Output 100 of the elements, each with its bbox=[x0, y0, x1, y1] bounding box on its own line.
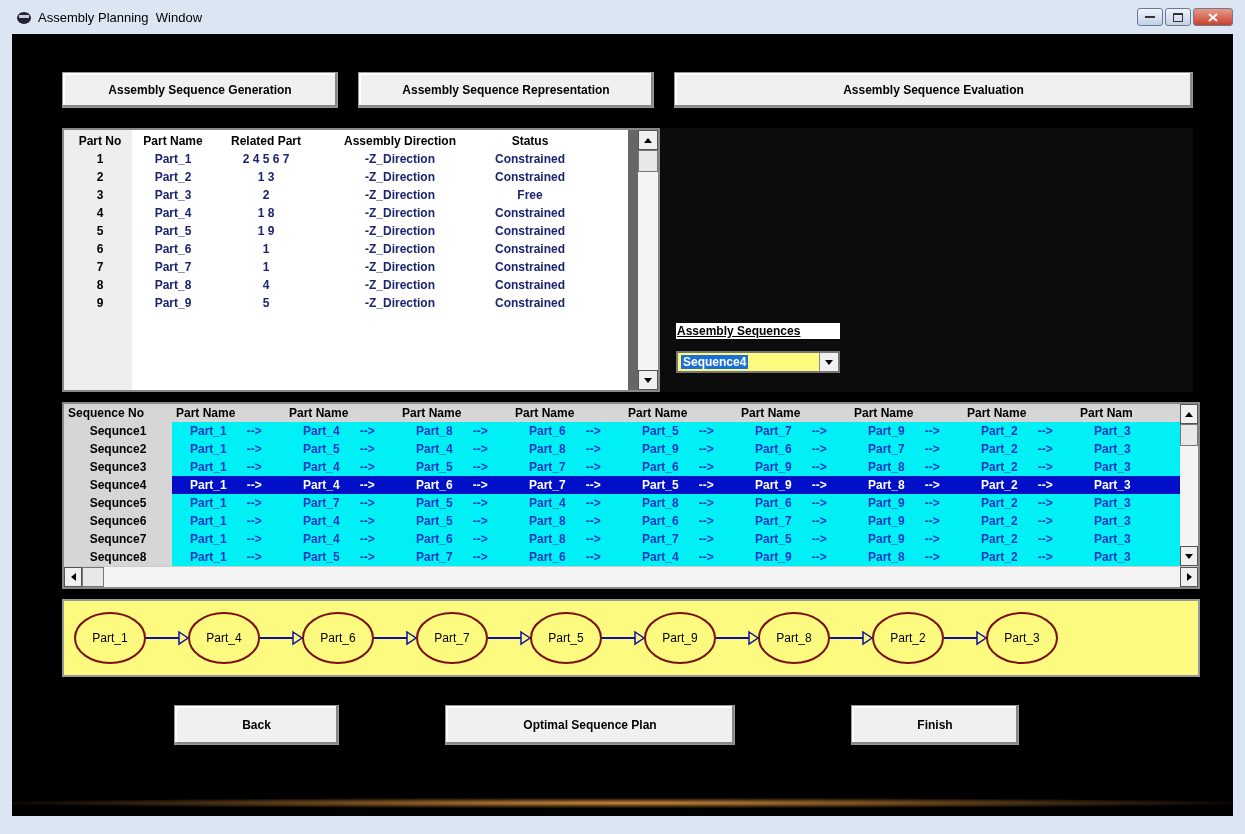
table-cell-text: Part_9 --> bbox=[754, 459, 828, 476]
scroll-thumb[interactable] bbox=[638, 150, 658, 172]
table-cell-text: Part_2 --> bbox=[980, 441, 1054, 458]
table-cell-text: Part_6 --> bbox=[415, 531, 489, 548]
down-triangle-icon bbox=[644, 377, 652, 383]
row-header: Sequnce4 bbox=[88, 477, 148, 494]
row-header: Sequnce8 bbox=[88, 549, 148, 566]
sequence-row[interactable]: Part_1 --> Part_4 --> Part_6 --> Part_8 --> Part_7 --> Part_5 --> Part_9 --> Part_2 --> Part_3 bbox=[172, 530, 1180, 548]
column-header: Related Part bbox=[230, 134, 302, 150]
sequence-row[interactable]: Part_1 --> Part_5 --> Part_7 --> Part_6 --> Part_4 --> Part_9 --> Part_8 --> Part_2 --> Part_3 bbox=[172, 548, 1180, 566]
column-header: Part Name bbox=[401, 405, 463, 422]
scroll-down-button[interactable] bbox=[1180, 546, 1198, 566]
table-cell-text: Part_7 --> bbox=[528, 459, 602, 476]
part-node: Part_7 bbox=[416, 612, 488, 664]
table-cell-text: Part_9 bbox=[153, 296, 193, 312]
table-cell-text: Part_5 bbox=[153, 224, 193, 240]
table-cell-text: Part_8 --> bbox=[528, 513, 602, 530]
connector-arrow bbox=[145, 630, 190, 646]
tab-button[interactable]: Assembly Sequence Evaluation bbox=[674, 72, 1193, 108]
table-cell-text: Part_2 --> bbox=[980, 531, 1054, 548]
table-cell-text: Constrained bbox=[494, 224, 566, 240]
table-cell-text: Part_2 --> bbox=[980, 477, 1054, 494]
scroll-thumb[interactable] bbox=[82, 567, 104, 587]
column-header: Assembly Direction bbox=[342, 134, 457, 150]
minimize-button[interactable] bbox=[1137, 8, 1163, 26]
scroll-right-button[interactable] bbox=[1180, 567, 1198, 587]
maximize-icon bbox=[1173, 12, 1183, 22]
row-header: Sequnce7 bbox=[88, 531, 148, 548]
table-cell-text: Part_3 bbox=[1093, 513, 1132, 530]
sequence-row[interactable]: Part_1 --> Part_4 --> Part_5 --> Part_8 --> Part_6 --> Part_7 --> Part_9 --> Part_2 --> Part_3 bbox=[172, 512, 1180, 530]
close-button[interactable] bbox=[1193, 8, 1233, 26]
minimize-icon bbox=[1145, 15, 1155, 19]
action-button[interactable]: Finish bbox=[851, 705, 1019, 745]
table-cell-text: Part_2 --> bbox=[980, 423, 1054, 440]
scrollbar[interactable] bbox=[1180, 404, 1198, 566]
table-cell-text: 1 bbox=[261, 260, 271, 276]
column-header: Part Name bbox=[514, 405, 576, 422]
horizontal-scrollbar[interactable] bbox=[64, 566, 1198, 587]
tab-button[interactable]: Assembly Sequence Representation bbox=[358, 72, 654, 108]
maximize-button[interactable] bbox=[1165, 8, 1191, 26]
sequence-row[interactable]: Part_1 --> Part_5 --> Part_4 --> Part_8 --> Part_9 --> Part_6 --> Part_7 --> Part_2 --> Part_3 bbox=[172, 440, 1180, 458]
table-cell-text: 8 bbox=[95, 278, 105, 294]
tab-button[interactable]: Assembly Sequence Generation bbox=[62, 72, 338, 108]
table-cell-text: Part_9 --> bbox=[867, 423, 941, 440]
table-cell-text: 1 bbox=[95, 152, 105, 168]
table-cell-text: Part_1 bbox=[153, 152, 193, 168]
action-button[interactable]: Optimal Sequence Plan bbox=[445, 705, 735, 745]
table-cell-text: Part_8 --> bbox=[415, 423, 489, 440]
table-cell-text: Free bbox=[516, 188, 544, 204]
table-cell-text: Part_7 bbox=[153, 260, 193, 276]
table-cell-text: 1 3 bbox=[256, 170, 276, 186]
table-cell-text: Part_6 --> bbox=[641, 459, 715, 476]
table-cell-text: Part_8 --> bbox=[528, 531, 602, 548]
table-cell-text: Part_4 --> bbox=[302, 459, 376, 476]
table-cell-text: Part_5 --> bbox=[754, 531, 828, 548]
scroll-left-button[interactable] bbox=[64, 567, 82, 587]
connector-arrow bbox=[829, 630, 874, 646]
connector-arrow bbox=[487, 630, 532, 646]
sequence-row[interactable]: Part_1 --> Part_7 --> Part_5 --> Part_4 --> Part_8 --> Part_6 --> Part_9 --> Part_2 --> Part_3 bbox=[172, 494, 1180, 512]
table-cell-text: -Z_Direction bbox=[364, 260, 436, 276]
column-header: Part Name bbox=[966, 405, 1028, 422]
sequence-row[interactable]: Part_1 --> Part_4 --> Part_5 --> Part_7 --> Part_6 --> Part_9 --> Part_8 --> Part_2 --> Part_3 bbox=[172, 458, 1180, 476]
table-cell-text: 1 9 bbox=[256, 224, 276, 240]
sequence-row[interactable]: Part_1 --> Part_4 --> Part_6 --> Part_7 --> Part_5 --> Part_9 --> Part_8 --> Part_2 --> Part_3 bbox=[172, 476, 1180, 494]
scroll-thumb[interactable] bbox=[1180, 424, 1198, 446]
sequence-row[interactable]: Part_1 --> Part_4 --> Part_8 --> Part_6 --> Part_5 --> Part_7 --> Part_9 --> Part_2 --> Part_3 bbox=[172, 422, 1180, 440]
scrollbar[interactable] bbox=[628, 130, 658, 390]
table-cell-text: Part_4 --> bbox=[528, 495, 602, 512]
column-header: Part No bbox=[77, 134, 123, 150]
row-header: Sequnce2 bbox=[88, 441, 148, 458]
part-node: Part_9 bbox=[644, 612, 716, 664]
scroll-up-button[interactable] bbox=[638, 130, 658, 150]
table-cell-text: Part_3 bbox=[1093, 531, 1132, 548]
table-cell-text: 1 8 bbox=[256, 206, 276, 222]
table-cell-text: Part_4 --> bbox=[302, 423, 376, 440]
close-icon bbox=[1208, 12, 1218, 22]
action-button[interactable]: Back bbox=[174, 705, 339, 745]
table-cell-text: Part_5 --> bbox=[302, 549, 376, 566]
table-cell-text: 7 bbox=[95, 260, 105, 276]
row-header: Sequnce1 bbox=[88, 423, 148, 440]
part-node: Part_4 bbox=[188, 612, 260, 664]
connector-arrow bbox=[601, 630, 646, 646]
table-cell-text: 4 bbox=[261, 278, 271, 294]
table-cell-text: Part_9 --> bbox=[867, 531, 941, 548]
table-cell-text: Part_1 --> bbox=[189, 549, 263, 566]
table-cell-text: Part_1 --> bbox=[189, 513, 263, 530]
table-cell-text: Part_3 bbox=[1093, 441, 1132, 458]
scroll-down-button[interactable] bbox=[638, 370, 658, 390]
table-cell-text: Part_7 --> bbox=[415, 549, 489, 566]
table-cell-text: Part_1 --> bbox=[189, 459, 263, 476]
scroll-up-button[interactable] bbox=[1180, 404, 1198, 424]
table-cell-text: Part_9 --> bbox=[867, 513, 941, 530]
table-cell-text: Part_4 bbox=[153, 206, 193, 222]
table-cell-text: Part_4 --> bbox=[302, 531, 376, 548]
table-cell-text: Constrained bbox=[494, 170, 566, 186]
table-cell-text: Constrained bbox=[494, 278, 566, 294]
table-cell-text: Part_8 bbox=[153, 278, 193, 294]
table-cell-text: Part_3 bbox=[1093, 477, 1132, 494]
table-cell-text: 3 bbox=[95, 188, 105, 204]
sequence-dropdown[interactable]: Sequence4 bbox=[676, 351, 840, 373]
